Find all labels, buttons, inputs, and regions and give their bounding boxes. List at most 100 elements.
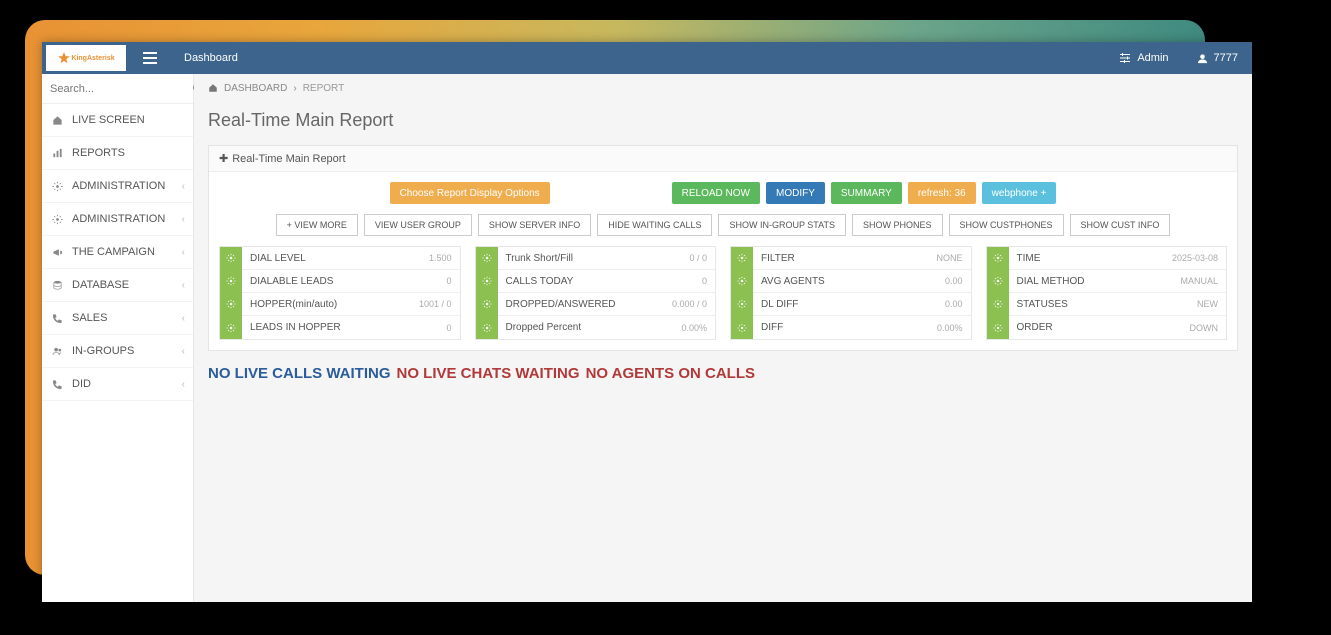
gear-icon[interactable] — [476, 247, 498, 270]
sidebar-item-administration[interactable]: ADMINISTRATION‹ — [42, 170, 193, 203]
gear-icon[interactable] — [731, 270, 753, 293]
sidebar-item-live-screen[interactable]: LIVE SCREEN — [42, 104, 193, 137]
stat-label: LEADS IN HOPPER — [242, 322, 446, 333]
sidebar-item-label: DATABASE — [72, 279, 129, 291]
plus-icon: ✚ — [219, 152, 228, 165]
chevron-left-icon: ‹ — [182, 346, 185, 357]
stat-row: DIAL LEVEL1.500 — [220, 247, 460, 270]
stat-row: DIALABLE LEADS0 — [220, 270, 460, 293]
stat-row: Trunk Short/Fill0 / 0 — [476, 247, 716, 270]
reload-button[interactable]: RELOAD NOW — [672, 182, 760, 204]
chevron-left-icon: ‹ — [182, 247, 185, 258]
stat-value: 2025-03-08 — [1172, 253, 1226, 263]
gear-icon[interactable] — [220, 270, 242, 293]
stat-column-0: DIAL LEVEL1.500DIALABLE LEADS0HOPPER(min… — [219, 246, 461, 340]
strip-show-custphones[interactable]: SHOW CUSTPHONES — [949, 214, 1064, 236]
gear-icon — [52, 181, 64, 192]
stat-row: ORDERDOWN — [987, 316, 1227, 339]
stat-value: NONE — [936, 253, 970, 263]
stat-value: DOWN — [1190, 323, 1227, 333]
sidebar-item-label: SALES — [72, 312, 107, 324]
stat-label: DIALABLE LEADS — [242, 276, 446, 287]
stat-column-2: FILTERNONEAVG AGENTS0.00DL DIFF0.00DIFF0… — [730, 246, 972, 340]
page-title: Real-Time Main Report — [208, 110, 1238, 131]
sidebar-item-sales[interactable]: SALES ‹ — [42, 302, 193, 335]
panel-title: Real-Time Main Report — [232, 153, 345, 165]
summary-button[interactable]: SUMMARY — [831, 182, 902, 204]
gear-icon[interactable] — [220, 247, 242, 270]
nav-dashboard[interactable]: Dashboard — [170, 42, 252, 74]
gear-icon[interactable] — [476, 293, 498, 316]
gear-icon[interactable] — [731, 247, 753, 270]
chart-icon — [52, 148, 64, 159]
stat-value: 0 — [446, 323, 459, 333]
home-icon — [52, 115, 64, 126]
admin-menu[interactable]: Admin — [1105, 42, 1182, 74]
sidebar-item-in-groups[interactable]: IN-GROUPS‹ — [42, 335, 193, 368]
stat-row: DL DIFF0.00 — [731, 293, 971, 316]
sidebar-item-database[interactable]: DATABASE ‹ — [42, 269, 193, 302]
stat-label: DROPPED/ANSWERED — [498, 299, 672, 310]
star-icon — [57, 51, 71, 65]
gear-icon[interactable] — [220, 293, 242, 316]
gear-icon[interactable] — [731, 293, 753, 316]
breadcrumb: DASHBOARD › REPORT — [208, 74, 1238, 102]
gear-icon[interactable] — [987, 293, 1009, 316]
stat-value: 0 — [702, 276, 715, 286]
modify-button[interactable]: MODIFY — [766, 182, 825, 204]
strip-show-in-group-stats[interactable]: SHOW IN-GROUP STATS — [718, 214, 846, 236]
chevron-left-icon: ‹ — [182, 313, 185, 324]
stat-value: 0 / 0 — [689, 253, 715, 263]
chevron-left-icon: ‹ — [182, 280, 185, 291]
admin-label: Admin — [1137, 52, 1168, 64]
stat-value: 0.00% — [681, 323, 715, 333]
stat-value: 0 — [446, 276, 459, 286]
choose-display-button[interactable]: Choose Report Display Options — [390, 182, 550, 204]
strip-show-cust-info[interactable]: SHOW CUST INFO — [1070, 214, 1171, 236]
gear-icon[interactable] — [731, 316, 753, 339]
refresh-button[interactable]: refresh: 36 — [908, 182, 976, 204]
sidebar-item-administration[interactable]: ADMINISTRATION‹ — [42, 203, 193, 236]
gear-icon[interactable] — [987, 247, 1009, 270]
breadcrumb-root[interactable]: DASHBOARD — [224, 83, 287, 94]
status-chats: NO LIVE CHATS WAITING — [397, 365, 580, 382]
gear-icon[interactable] — [987, 270, 1009, 293]
strip-hide-waiting-calls[interactable]: HIDE WAITING CALLS — [597, 214, 712, 236]
user-menu[interactable]: 7777 — [1183, 42, 1252, 74]
menu-toggle[interactable] — [130, 42, 170, 74]
stat-label: ORDER — [1009, 322, 1190, 333]
strip--view-more[interactable]: + VIEW MORE — [276, 214, 358, 236]
gear-icon[interactable] — [476, 270, 498, 293]
stat-row: AVG AGENTS0.00 — [731, 270, 971, 293]
status-line: NO LIVE CALLS WAITING NO LIVE CHATS WAIT… — [208, 365, 1238, 382]
gear-icon[interactable] — [987, 316, 1009, 339]
app-window: KingAsterisk Dashboard Admin 7777 — [42, 42, 1252, 602]
breadcrumb-current: REPORT — [303, 83, 345, 94]
sidebar-item-the-campaign[interactable]: THE CAMPAIGN ‹ — [42, 236, 193, 269]
stat-row: TIME2025-03-08 — [987, 247, 1227, 270]
sidebar-item-label: THE CAMPAIGN — [72, 246, 155, 258]
stat-value: 1001 / 0 — [419, 299, 460, 309]
stat-label: DIFF — [753, 322, 937, 333]
home-icon — [208, 83, 218, 94]
gear-icon[interactable] — [476, 316, 498, 339]
stat-row: HOPPER(min/auto)1001 / 0 — [220, 293, 460, 316]
sidebar-item-did[interactable]: DID‹ — [42, 368, 193, 401]
strip-view-user-group[interactable]: VIEW USER GROUP — [364, 214, 472, 236]
sidebar-item-label: DID — [72, 378, 91, 390]
webphone-button[interactable]: webphone + — [982, 182, 1057, 204]
search-input[interactable] — [50, 83, 192, 95]
gear-icon[interactable] — [220, 316, 242, 339]
strip-show-phones[interactable]: SHOW PHONES — [852, 214, 943, 236]
main-content: DASHBOARD › REPORT Real-Time Main Report… — [194, 74, 1252, 602]
logo[interactable]: KingAsterisk — [46, 45, 126, 71]
sliders-icon — [1119, 52, 1131, 64]
sidebar: LIVE SCREENREPORTSADMINISTRATION‹ADMINIS… — [42, 74, 194, 602]
sidebar-item-reports[interactable]: REPORTS — [42, 137, 193, 170]
stat-row: STATUSESNEW — [987, 293, 1227, 316]
stat-value: 1.500 — [429, 253, 460, 263]
status-calls: NO LIVE CALLS WAITING — [208, 365, 391, 382]
stat-value: 0.00 — [945, 276, 971, 286]
strip-show-server-info[interactable]: SHOW SERVER INFO — [478, 214, 591, 236]
db-icon — [52, 280, 64, 291]
